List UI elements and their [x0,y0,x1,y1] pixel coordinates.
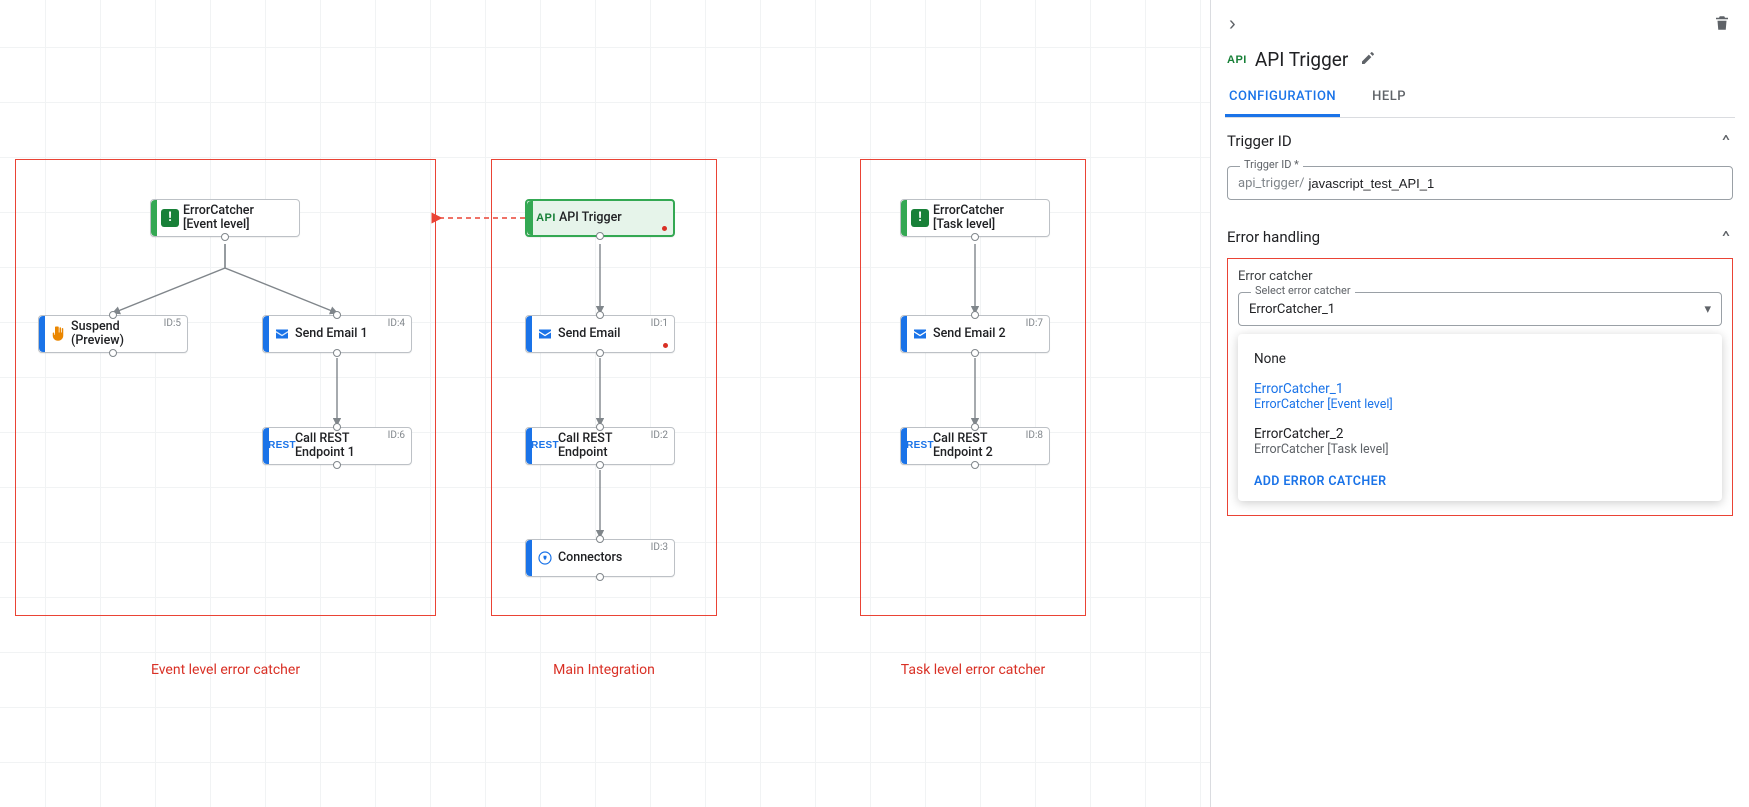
api-icon: API [536,212,556,225]
accordion-error-handling[interactable]: Error handling ^ [1225,214,1735,256]
properties-panel: › API API Trigger CONFIGURATION HELP Tri… [1210,0,1749,807]
chevron-right-icon: › [1229,13,1236,35]
error-catcher-dropdown: None ErrorCatcher_1 ErrorCatcher [Event … [1238,334,1722,501]
node-send-email[interactable]: Send Email ID:1 [525,315,675,353]
hand-icon [45,325,71,343]
mail-icon [907,325,933,343]
node-error-catcher-task[interactable]: ! ErrorCatcher[Task level] [900,199,1050,237]
node-id: ID:3 [651,542,668,554]
tab-configuration[interactable]: CONFIGURATION [1225,79,1340,117]
collapse-panel-button[interactable]: › [1225,10,1240,38]
accordion-heading: Error handling [1227,228,1320,246]
error-catcher-label: Error catcher [1238,269,1722,284]
api-icon: API [1227,54,1247,66]
node-id: ID:5 [164,318,181,330]
caption-main-integration: Main Integration [491,662,717,678]
error-icon: ! [911,209,929,227]
node-label: API Trigger [559,211,665,225]
option-title: ErrorCatcher_1 [1254,381,1706,397]
caption-task-level: Task level error catcher [860,662,1086,678]
node-suspend[interactable]: Suspend(Preview) ID:5 [38,315,188,353]
pencil-icon [1360,50,1376,70]
panel-title: API Trigger [1255,48,1348,71]
node-call-rest-1[interactable]: REST Call RESTEndpoint 1 ID:6 [262,427,412,465]
dropdown-option-1[interactable]: ErrorCatcher_1 ErrorCatcher [Event level… [1238,374,1722,419]
chevron-up-icon: ^ [1722,133,1730,149]
option-subtitle: ErrorCatcher [Event level] [1254,397,1706,412]
node-id: ID:4 [388,318,405,330]
node-connectors[interactable]: Connectors ID:3 [525,539,675,577]
node-id: ID:2 [651,430,668,442]
dropdown-option-2[interactable]: ErrorCatcher_2 ErrorCatcher [Task level] [1238,419,1722,464]
field-prefix: api_trigger/ [1238,176,1304,191]
rest-icon: REST [268,440,296,452]
mail-icon [532,325,558,343]
option-title: ErrorCatcher_2 [1254,426,1706,442]
dropdown-arrow-icon: ▾ [1704,302,1711,317]
node-id: ID:8 [1026,430,1043,442]
node-id: ID:1 [651,318,668,330]
error-catcher-box: Error catcher Select error catcher Error… [1227,258,1733,516]
option-title: None [1254,351,1706,367]
panel-tabs: CONFIGURATION HELP [1225,79,1735,118]
accordion-heading: Trigger ID [1227,132,1292,150]
node-id: ID:7 [1026,318,1043,330]
trigger-id-field[interactable]: Trigger ID * api_trigger/ [1227,166,1733,200]
node-call-rest[interactable]: REST Call RESTEndpoint ID:2 [525,427,675,465]
trigger-id-input[interactable] [1306,175,1722,192]
mail-icon [269,325,295,343]
select-legend: Select error catcher [1251,284,1355,297]
node-error-catcher-event[interactable]: ! ErrorCatcher[Event level] [150,199,300,237]
dropdown-option-none[interactable]: None [1238,344,1722,374]
node-send-email-2[interactable]: Send Email 2 ID:7 [900,315,1050,353]
accordion-trigger-id[interactable]: Trigger ID ^ [1225,118,1735,160]
canvas-area[interactable]: Event level error catcher Main Integrati… [0,0,1210,807]
warning-dot-icon [663,343,668,348]
node-id: ID:6 [388,430,405,442]
edit-title-button[interactable] [1356,46,1380,73]
caption-event-level: Event level error catcher [15,662,436,678]
field-legend: Trigger ID * [1240,158,1303,171]
delete-button[interactable] [1709,10,1735,39]
node-label: ErrorCatcher[Event level] [183,204,291,233]
chevron-up-icon: ^ [1722,229,1730,245]
select-value: ErrorCatcher_1 [1249,302,1335,317]
tab-help[interactable]: HELP [1368,79,1410,117]
trash-icon [1713,16,1731,36]
connectors-icon [532,549,558,567]
node-label: ErrorCatcher[Task level] [933,204,1041,233]
node-api-trigger[interactable]: API API Trigger [525,199,675,237]
warning-dot-icon [662,226,667,231]
node-call-rest-2[interactable]: REST Call RESTEndpoint 2 ID:8 [900,427,1050,465]
add-error-catcher-button[interactable]: ADD ERROR CATCHER [1238,464,1722,491]
error-catcher-select[interactable]: Select error catcher ErrorCatcher_1 ▾ [1238,292,1722,326]
option-subtitle: ErrorCatcher [Task level] [1254,442,1706,457]
error-icon: ! [161,209,179,227]
rest-icon: REST [906,440,934,452]
node-send-email-1[interactable]: Send Email 1 ID:4 [262,315,412,353]
rest-icon: REST [531,440,559,452]
